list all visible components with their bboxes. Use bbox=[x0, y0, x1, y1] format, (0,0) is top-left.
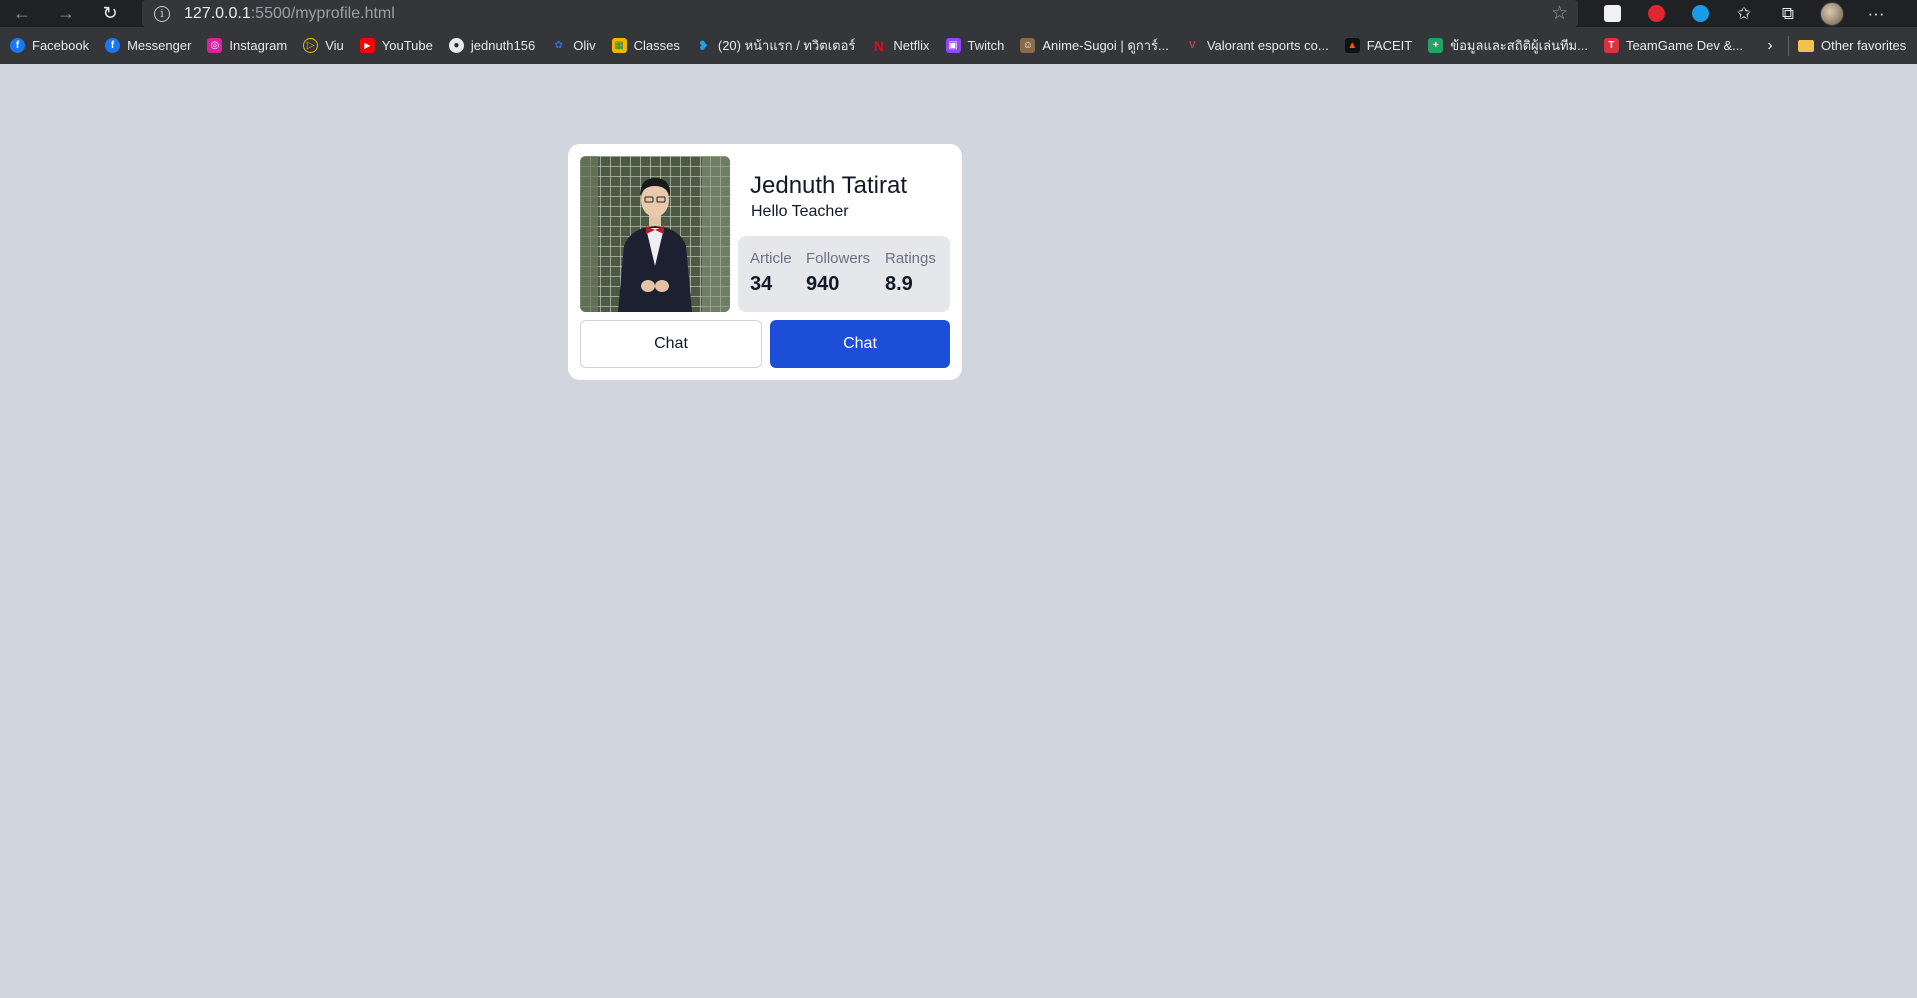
netflix-icon: N bbox=[873, 37, 884, 54]
profile-card: Jednuth Tatirat Hello Teacher Article 34… bbox=[568, 144, 962, 380]
bookmark-item[interactable]: ▣ Twitch bbox=[945, 33, 1013, 59]
arrow-right-icon: → bbox=[57, 3, 75, 23]
collections-button[interactable]: ⧉ bbox=[1766, 0, 1810, 27]
bookmarks-bar: f Facebook f Messenger ◎ Instagram ▷ Viu… bbox=[0, 27, 1917, 64]
facebook-icon: f bbox=[10, 38, 25, 53]
extension-button[interactable] bbox=[1590, 0, 1634, 27]
youtube-icon: ▶ bbox=[359, 38, 375, 53]
stat-article: Article 34 bbox=[750, 250, 792, 296]
bookmark-label: Messenger bbox=[127, 38, 192, 53]
collections-icon: ⧉ bbox=[1781, 3, 1795, 23]
bookmark-item[interactable]: f Messenger bbox=[105, 33, 199, 59]
extension-button[interactable] bbox=[1634, 0, 1678, 27]
bookmark-item[interactable]: ▷ Viu bbox=[303, 33, 352, 59]
profile-photo-image bbox=[580, 156, 730, 312]
bookmark-label: FACEIT bbox=[1366, 38, 1413, 53]
faceit-icon: ▲ bbox=[1344, 38, 1360, 53]
adblock-icon bbox=[1647, 5, 1665, 22]
bookmark-item[interactable]: ✿ Oliv bbox=[551, 33, 603, 59]
bookmark-label: jednuth156 bbox=[470, 38, 536, 53]
add-favorite-icon[interactable]: ☆ bbox=[1551, 2, 1568, 25]
stat-label: Ratings bbox=[885, 250, 936, 267]
bookmark-label: Twitch bbox=[967, 38, 1005, 53]
bookmark-label: Viu bbox=[325, 38, 344, 53]
profile-subtitle: Hello Teacher bbox=[751, 203, 849, 220]
stat-value: 940 bbox=[806, 273, 840, 295]
forward-button[interactable]: → bbox=[44, 0, 88, 27]
chat-button-outline[interactable]: Chat bbox=[580, 320, 762, 368]
classroom-icon: ▦ bbox=[611, 38, 627, 53]
info-icon[interactable]: i bbox=[154, 5, 170, 22]
reload-button[interactable]: ↻ bbox=[88, 0, 132, 27]
stat-value: 8.9 bbox=[885, 273, 913, 295]
extension-button[interactable] bbox=[1678, 0, 1722, 27]
bookmark-item[interactable]: ☺ Anime-Sugoi | ดูการ์... bbox=[1020, 33, 1176, 59]
arrow-left-icon: ← bbox=[13, 3, 31, 23]
chat-button-primary[interactable]: Chat bbox=[770, 320, 950, 368]
bookmark-item[interactable]: T TeamGame Dev &... bbox=[1603, 33, 1751, 59]
bookmark-item[interactable]: ▲ FACEIT bbox=[1344, 33, 1421, 59]
bookmark-label: (20) หน้าแรก / ทวิตเตอร์ bbox=[717, 38, 856, 53]
bookmark-label: Facebook bbox=[32, 38, 90, 53]
bookmark-label: ข้อมูลและสถิติผู้เล่นทีม... bbox=[1450, 38, 1588, 53]
browser-toolbar: ← → ↻ i 127.0.0.1:5500/myprofile.html ☆ … bbox=[0, 0, 1917, 27]
messenger-icon: f bbox=[105, 38, 121, 53]
bookmark-label: Oliv bbox=[573, 38, 596, 53]
stat-followers: Followers 940 bbox=[806, 250, 870, 296]
profile-name: Jednuth Tatirat bbox=[750, 172, 907, 199]
teamgame-icon: T bbox=[1603, 38, 1619, 53]
favorites-icon: ✩ bbox=[1736, 3, 1752, 23]
more-icon: ··· bbox=[1867, 3, 1885, 23]
oliv-icon: ✿ bbox=[554, 40, 563, 51]
other-favorites[interactable]: Other favorites bbox=[1798, 27, 1906, 64]
bookmark-item[interactable]: f Facebook bbox=[10, 33, 97, 59]
valorant-icon: V bbox=[1189, 40, 1196, 51]
twitter-icon: ❥ bbox=[697, 37, 709, 53]
url-path: :5500/myprofile.html bbox=[250, 4, 395, 22]
bookmark-label: Classes bbox=[633, 38, 680, 53]
bookmark-item[interactable]: ◎ Instagram bbox=[207, 33, 295, 59]
bookmark-item[interactable]: ❥ (20) หน้าแรก / ทวิตเตอร์ bbox=[696, 33, 864, 59]
viu-icon: ▷ bbox=[303, 38, 319, 53]
anime-sugoi-icon: ☺ bbox=[1020, 38, 1036, 53]
folder-icon bbox=[1798, 39, 1814, 52]
bookmark-label: Instagram bbox=[229, 38, 288, 53]
bookmark-item[interactable]: V Valorant esports co... bbox=[1185, 33, 1337, 59]
bookmark-item[interactable]: + ข้อมูลและสถิติผู้เล่นทีม... bbox=[1428, 33, 1596, 59]
bookmark-item[interactable]: N Netflix bbox=[871, 33, 937, 59]
favorites-button[interactable]: ✩ bbox=[1722, 0, 1766, 27]
divider bbox=[1788, 36, 1789, 56]
extension-icon bbox=[1691, 5, 1709, 22]
profile-photo bbox=[580, 156, 730, 312]
menu-button[interactable]: ··· bbox=[1854, 0, 1898, 27]
chevron-right-icon: › bbox=[1767, 36, 1773, 54]
bookmark-label: Anime-Sugoi | ดูการ์... bbox=[1042, 38, 1169, 53]
extensions-area: ✩ ⧉ ··· bbox=[1590, 0, 1898, 27]
stat-value: 34 bbox=[750, 273, 773, 295]
stat-label: Article bbox=[750, 250, 792, 267]
other-favorites-label: Other favorites bbox=[1821, 38, 1907, 53]
back-button[interactable]: ← bbox=[0, 0, 44, 27]
url-host: 127.0.0.1 bbox=[184, 4, 251, 22]
instagram-icon: ◎ bbox=[207, 38, 223, 53]
stat-label: Followers bbox=[806, 250, 871, 267]
avatar bbox=[1820, 1, 1844, 26]
bookmark-label: YouTube bbox=[381, 38, 433, 53]
reload-icon: ↻ bbox=[102, 3, 118, 23]
bookmark-label: Netflix bbox=[893, 38, 930, 53]
bookmark-label: TeamGame Dev &... bbox=[1625, 38, 1743, 53]
address-bar[interactable]: i 127.0.0.1:5500/myprofile.html ☆ bbox=[142, 0, 1578, 27]
github-icon: ● bbox=[448, 38, 464, 53]
bookmark-item[interactable]: ▶ YouTube bbox=[359, 33, 441, 59]
bookmark-item[interactable]: ▦ Classes bbox=[611, 33, 688, 59]
bookmark-item[interactable]: ● jednuth156 bbox=[448, 33, 543, 59]
stat-ratings: Ratings 8.9 bbox=[885, 250, 936, 296]
profile-stats: Article 34 Followers 940 Ratings 8.9 bbox=[738, 236, 950, 312]
sheets-icon: + bbox=[1428, 38, 1444, 53]
bookmarks-overflow-button[interactable]: › bbox=[1760, 27, 1780, 64]
extension-icon bbox=[1603, 5, 1621, 22]
profile-button[interactable] bbox=[1810, 0, 1854, 27]
bookmark-label: Valorant esports co... bbox=[1206, 38, 1329, 53]
twitch-icon: ▣ bbox=[945, 38, 961, 53]
